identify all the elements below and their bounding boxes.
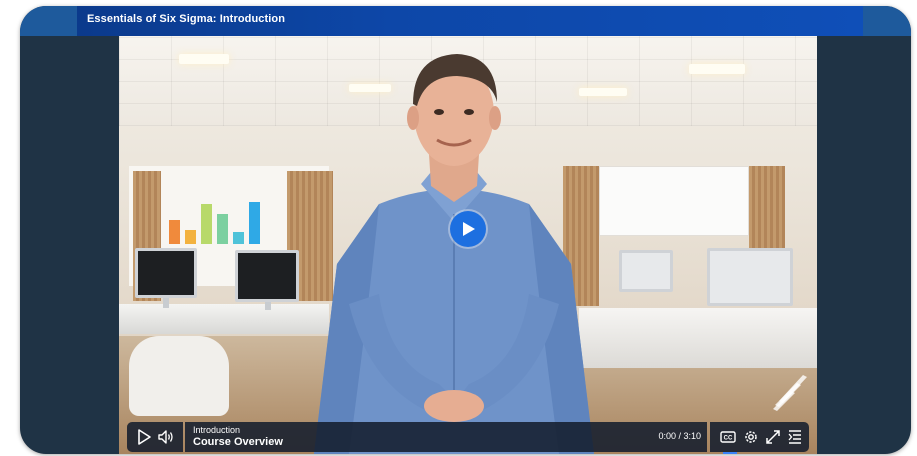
whiteboard [599, 166, 749, 236]
ceiling-light [179, 54, 229, 64]
fullscreen-button[interactable] [764, 428, 782, 446]
title-bar-inner: Essentials of Six Sigma: Introduction [77, 6, 863, 36]
player-controls: Introduction Course Overview 0:00 / 3:10… [127, 422, 809, 454]
chart-bar [185, 230, 196, 244]
video-area[interactable]: Introduction Course Overview 0:00 / 3:10… [119, 36, 817, 454]
progress-info-bar[interactable]: Introduction Course Overview 0:00 / 3:10 [185, 422, 707, 452]
closed-captions-icon: CC [720, 431, 736, 443]
captions-button[interactable]: CC [719, 428, 737, 454]
play-icon [138, 429, 151, 445]
presenter [314, 54, 594, 454]
player-frame: Essentials of Six Sigma: Introduction In… [20, 6, 911, 454]
play-button[interactable] [135, 428, 153, 446]
volume-button[interactable] [157, 428, 175, 446]
monitor-stand [265, 302, 271, 310]
title-bar: Essentials of Six Sigma: Introduction [20, 6, 911, 36]
brand-logo-watermark [773, 375, 807, 411]
settings-button[interactable] [742, 428, 760, 446]
transcript-button[interactable] [786, 428, 804, 446]
captions-active-indicator [723, 452, 737, 454]
chart-bar [233, 232, 244, 244]
desk-right [579, 308, 817, 368]
play-circle-icon [463, 222, 475, 236]
chart-bar [217, 214, 228, 244]
desk-left [119, 304, 329, 334]
volume-icon [158, 430, 173, 444]
chart-bar [169, 220, 180, 244]
course-title: Essentials of Six Sigma: Introduction [87, 13, 286, 25]
fullscreen-icon [766, 430, 780, 444]
chart-bar [249, 202, 260, 244]
office-chair [129, 336, 229, 416]
chapter-title: Course Overview [193, 436, 283, 448]
center-play-button[interactable] [450, 211, 486, 247]
transcript-list-icon [788, 430, 801, 444]
chapter-label: Introduction [193, 425, 241, 435]
wall-bar-chart [169, 186, 289, 244]
monitor [235, 250, 299, 302]
svg-text:CC: CC [724, 436, 733, 442]
monitor [707, 248, 793, 306]
gear-icon [745, 431, 757, 443]
monitor [135, 248, 197, 298]
chart-bar [201, 204, 212, 244]
controls-left-group [127, 422, 183, 452]
monitor [619, 250, 673, 292]
controls-right-group: CC [710, 422, 809, 454]
monitor-stand [163, 298, 169, 308]
ceiling-light [689, 64, 745, 74]
time-display: 0:00 / 3:10 [658, 431, 701, 441]
